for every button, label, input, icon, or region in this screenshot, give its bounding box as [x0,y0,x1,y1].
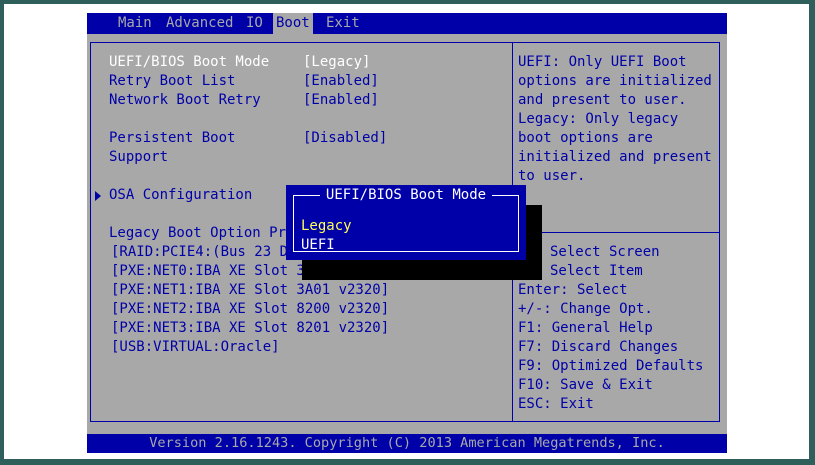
boot-option-net0[interactable]: [PXE:NET0:IBA XE Slot 3A [111,262,313,281]
help-divider [513,232,719,233]
network-boot-retry-label[interactable]: Network Boot Retry [109,91,261,110]
retry-boot-list-label[interactable]: Retry Boot List [109,72,235,91]
boot-option-raid[interactable]: [RAID:PCIE4:(Bus 23 De [111,243,296,262]
key-legend-esc: ESC: Exit [518,396,594,412]
persistent-boot-value[interactable]: [Disabled] [303,129,387,148]
boot-mode-value[interactable]: [Legacy] [303,53,370,72]
persistent-boot-label-cont: Support [109,149,169,165]
submenu-arrow-icon [95,191,101,201]
help-text-line: Legacy: Only legacy [518,111,679,127]
bios-setup-screen: Main Advanced IO Boot Exit UEFI/BIOS Boo… [87,13,727,453]
persistent-boot-label[interactable]: Persistent Boot [109,129,235,148]
tab-boot[interactable]: Boot [273,13,313,34]
help-text-line: initialized and present [518,149,712,165]
key-legend-select-item: Select Item [550,263,643,279]
key-legend-f10: F10: Save & Exit [518,377,653,393]
help-text-line: boot options are [518,130,653,146]
key-legend-f7: F7: Discard Changes [518,339,679,355]
key-legend-f1: F1: General Help [518,320,653,336]
help-text-line: to user. [518,168,586,184]
boot-mode-label[interactable]: UEFI/BIOS Boot Mode [109,53,269,72]
menu-bar: Main Advanced IO Boot Exit [87,13,727,34]
boot-option-net2[interactable]: [PXE:NET2:IBA XE Slot 8200 v2320] [111,300,389,319]
key-legend-select-screen: Select Screen [550,244,660,260]
key-legend-f9: F9: Optimized Defaults [518,358,704,374]
tab-exit[interactable]: Exit [323,13,363,34]
key-legend-enter: Enter: Select [518,282,628,298]
boot-option-usb[interactable]: [USB:VIRTUAL:Oracle] [111,338,280,357]
key-legend-change-opt: +/-: Change Opt. [518,301,653,317]
help-text-line: UEFI: Only UEFI Boot [518,54,687,70]
help-text-line: options are initialized [518,73,712,89]
tab-io[interactable]: IO [243,13,266,34]
osa-configuration-item[interactable]: OSA Configuration [109,186,252,205]
network-boot-retry-value[interactable]: [Enabled] [303,91,379,110]
boot-mode-popup: UEFI/BIOS Boot Mode Legacy UEFI [286,185,526,260]
popup-title-text: UEFI/BIOS Boot Mode [319,187,493,203]
legacy-priority-heading: Legacy Boot Option Pri [109,225,295,241]
retry-boot-list-value[interactable]: [Enabled] [303,72,379,91]
tab-main[interactable]: Main [115,13,155,34]
popup-option-uefi[interactable]: UEFI [301,236,335,255]
boot-option-net3[interactable]: [PXE:NET3:IBA XE Slot 8201 v2320] [111,319,389,338]
help-text-line: and present to user. [518,92,687,108]
boot-option-net1[interactable]: [PXE:NET1:IBA XE Slot 3A01 v2320] [111,281,389,300]
popup-title: UEFI/BIOS Boot Mode [286,185,526,206]
popup-option-legacy[interactable]: Legacy [301,217,352,236]
tab-advanced[interactable]: Advanced [163,13,236,34]
footer-copyright: Version 2.16.1243. Copyright (C) 2013 Am… [87,434,727,453]
